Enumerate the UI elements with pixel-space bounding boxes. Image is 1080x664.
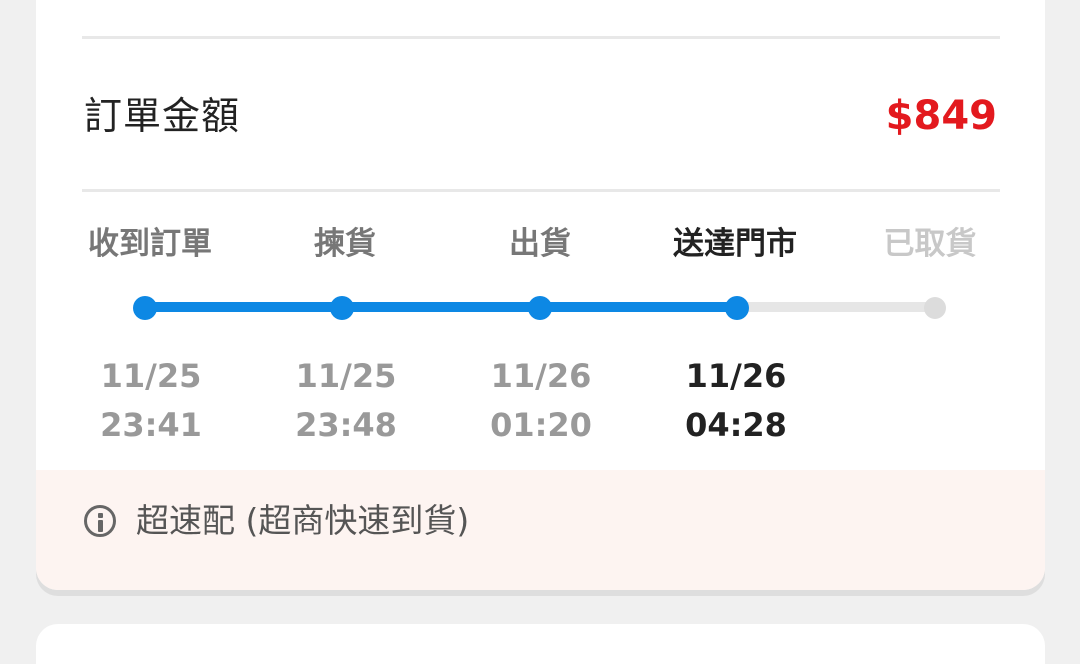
next-card — [36, 624, 1045, 664]
step-date: 11/26 — [490, 357, 592, 395]
step-clock: 04:28 — [685, 406, 787, 444]
total-divider — [82, 189, 1000, 192]
step-dot-picking — [330, 296, 354, 320]
step-time-shipped: 11/26 01:20 — [441, 352, 641, 450]
step-clock: 01:20 — [490, 406, 592, 444]
order-total-amount: $849 — [885, 93, 997, 139]
step-date: 11/25 — [100, 357, 202, 395]
step-date: 11/26 — [685, 357, 787, 395]
step-dot-received — [133, 296, 157, 320]
step-label-arrived-store: 送達門市 — [673, 226, 797, 262]
step-time-arrived-store: 11/26 04:28 — [636, 352, 836, 450]
step-dot-arrived-store — [725, 296, 749, 320]
step-clock: 23:41 — [100, 406, 202, 444]
step-label-picking: 揀貨 — [314, 226, 376, 262]
step-date: 11/25 — [295, 357, 397, 395]
shipping-notice: 超速配 (超商快速到貨) — [36, 470, 1045, 590]
step-dot-shipped — [528, 296, 552, 320]
progress-track-done — [146, 302, 736, 312]
step-dot-picked-up — [924, 297, 946, 319]
info-icon — [84, 505, 116, 537]
step-clock: 23:48 — [295, 406, 397, 444]
step-label-picked-up: 已取貨 — [883, 226, 977, 262]
progress-track-pending — [736, 302, 936, 312]
order-card: 訂單金額 $849 收到訂單 揀貨 出貨 送達門市 已取貨 11/25 23:4… — [36, 0, 1045, 590]
step-label-received: 收到訂單 — [88, 226, 212, 262]
step-time-received: 11/25 23:41 — [51, 352, 251, 450]
step-time-picking: 11/25 23:48 — [246, 352, 446, 450]
step-label-shipped: 出貨 — [509, 226, 571, 262]
top-divider — [82, 36, 1000, 39]
order-total-label: 訂單金額 — [84, 94, 241, 138]
shipping-method-text: 超速配 (超商快速到貨) — [136, 501, 470, 540]
